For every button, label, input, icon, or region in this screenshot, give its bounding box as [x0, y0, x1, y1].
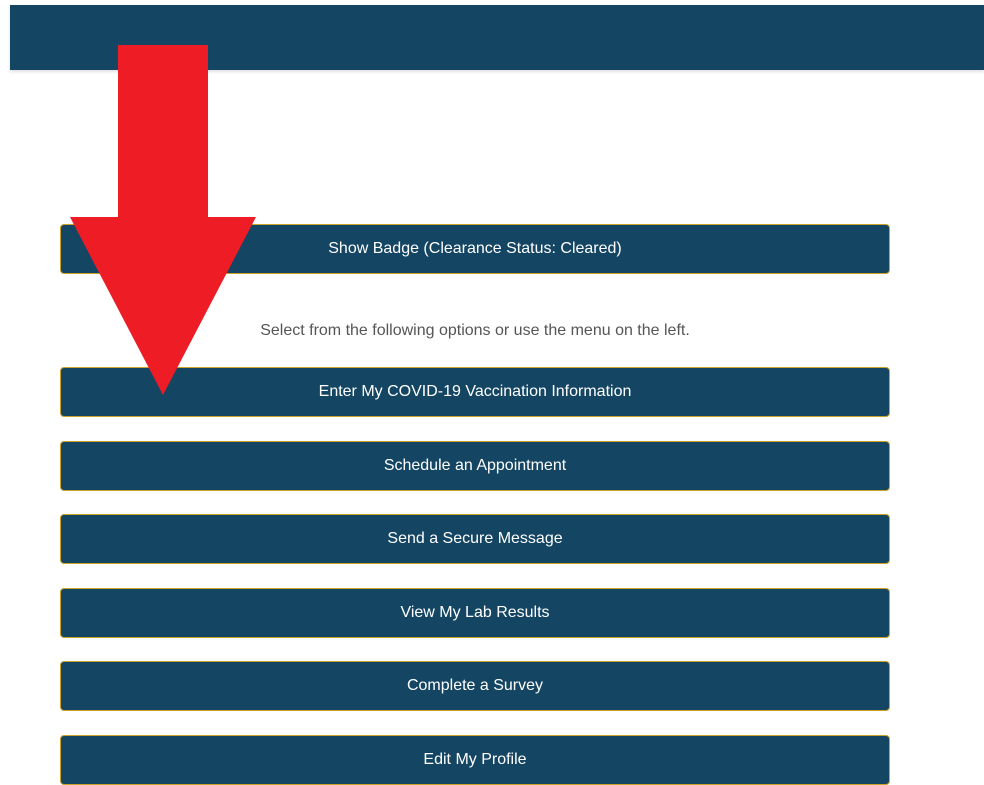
edit-profile-button[interactable]: Edit My Profile: [60, 735, 890, 785]
helper-text: Select from the following options or use…: [260, 322, 690, 339]
header-bar: [10, 5, 984, 70]
enter-vaccination-info-button[interactable]: Enter My COVID-19 Vaccination Informatio…: [60, 367, 890, 417]
show-badge-button[interactable]: Show Badge (Clearance Status: Cleared): [60, 224, 890, 274]
complete-survey-button[interactable]: Complete a Survey: [60, 661, 890, 711]
schedule-appointment-button[interactable]: Schedule an Appointment: [60, 441, 890, 491]
send-secure-message-button[interactable]: Send a Secure Message: [60, 514, 890, 564]
down-arrow-icon: [70, 45, 256, 395]
view-lab-results-button[interactable]: View My Lab Results: [60, 588, 890, 638]
